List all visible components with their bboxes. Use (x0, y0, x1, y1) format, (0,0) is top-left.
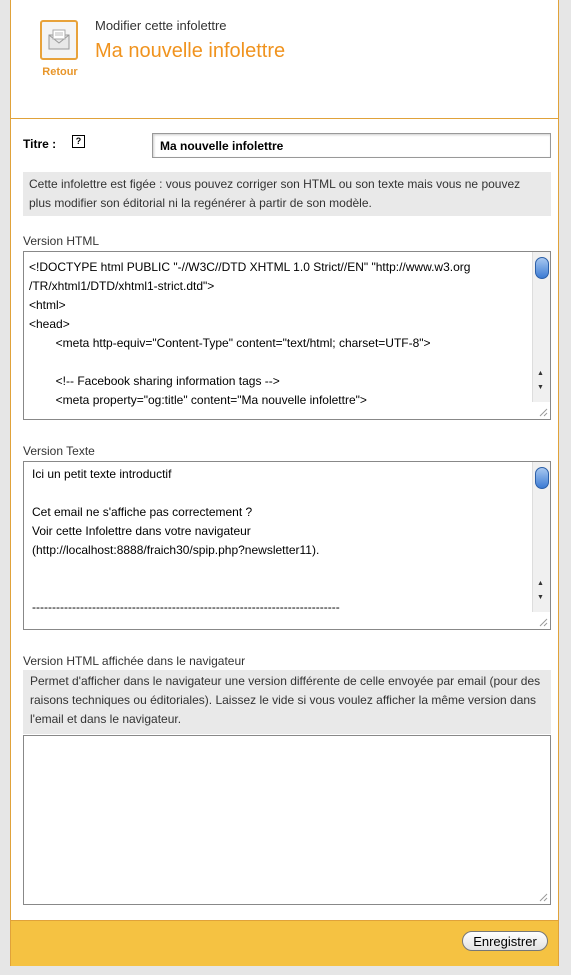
back-label[interactable]: Retour (34, 66, 86, 78)
scroll-down-icon[interactable]: ▼ (537, 384, 544, 391)
edit-panel: Retour Modifier cette infolettre Ma nouv… (10, 0, 559, 966)
titre-input[interactable]: Ma nouvelle infolettre (152, 133, 551, 158)
scroll-up-icon[interactable]: ▲ (537, 580, 544, 587)
html-version-textarea[interactable]: <!DOCTYPE html PUBLIC "-//W3C//DTD XHTML… (23, 251, 551, 420)
frozen-notice: Cette infolettre est figée : vous pouvez… (23, 172, 551, 216)
browser-version-note: Permet d'afficher dans le navigateur une… (23, 670, 551, 734)
browser-version-label: Version HTML affichée dans le navigateur (23, 654, 246, 668)
html-version-content: <!DOCTYPE html PUBLIC "-//W3C//DTD XHTML… (29, 260, 471, 407)
titre-label: Titre : (23, 137, 57, 151)
scroll-up-icon[interactable]: ▲ (537, 370, 544, 377)
browser-version-content (24, 736, 550, 744)
page-header: Retour Modifier cette infolettre Ma nouv… (11, 0, 558, 119)
scroll-down-icon[interactable]: ▼ (537, 594, 544, 601)
scroll-thumb[interactable] (535, 257, 549, 279)
newsletter-icon (48, 29, 70, 50)
help-icon[interactable]: ? (72, 135, 85, 148)
html-version-label: Version HTML (23, 234, 100, 248)
browser-version-textarea[interactable] (23, 735, 551, 905)
resize-grip-icon[interactable] (538, 617, 548, 627)
resize-grip-icon[interactable] (538, 407, 548, 417)
save-button[interactable]: Enregistrer (462, 931, 548, 951)
html-scrollbar[interactable]: ▲ ▼ (532, 252, 550, 402)
text-version-textarea[interactable]: Ici un petit texte introductif Cet email… (23, 461, 551, 630)
page-subtitle: Modifier cette infolettre (95, 18, 227, 33)
text-version-content: Ici un petit texte introductif Cet email… (32, 467, 340, 614)
resize-grip-icon[interactable] (538, 892, 548, 902)
scroll-thumb[interactable] (535, 467, 549, 489)
text-version-label: Version Texte (23, 444, 95, 458)
form-footer: Enregistrer (11, 920, 558, 966)
text-scrollbar[interactable]: ▲ ▼ (532, 462, 550, 612)
page-title: Ma nouvelle infolettre (95, 40, 286, 62)
back-button[interactable] (40, 20, 78, 60)
